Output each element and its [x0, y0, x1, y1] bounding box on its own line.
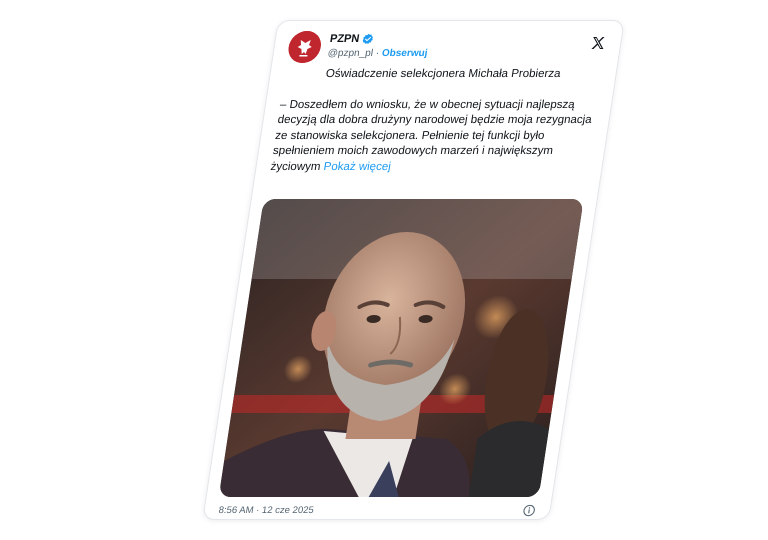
avatar[interactable]	[286, 31, 324, 63]
tweet-photo[interactable]	[218, 199, 584, 497]
x-logo-icon[interactable]	[589, 35, 607, 51]
name-row: PZPN	[329, 33, 375, 45]
display-name[interactable]: PZPN	[329, 33, 360, 45]
info-icon[interactable]	[522, 504, 537, 517]
tweet-card[interactable]: PZPN @pzpn_pl · Obserwuj Oświadczenie se…	[202, 20, 625, 520]
tweet-footer: 8:56 AM · 12 cze 2025	[217, 504, 537, 519]
tweet-body: – Doszedłem do wniosku, że w obecnej syt…	[269, 98, 593, 173]
tweet-header: PZPN @pzpn_pl · Obserwuj	[286, 31, 608, 67]
portrait-photo	[218, 199, 584, 497]
separator: ·	[374, 48, 380, 59]
pzpn-eagle-logo-icon	[288, 31, 321, 63]
follow-button[interactable]: Obserwuj	[381, 48, 428, 59]
meta-row: @pzpn_pl · Obserwuj	[327, 48, 428, 59]
timestamp[interactable]: 8:56 AM · 12 cze 2025	[218, 505, 315, 516]
verified-badge-icon	[363, 33, 374, 44]
tweet-body-paragraph: – Doszedłem do wniosku, że w obecnej syt…	[269, 98, 598, 176]
handle[interactable]: @pzpn_pl	[327, 48, 374, 59]
tweet-text: Oświadczenie selekcjonera Michała Probie…	[269, 67, 602, 175]
tweet-title: Oświadczenie selekcjonera Michała Probie…	[324, 68, 562, 80]
show-more-link[interactable]: Pokaż więcej	[323, 161, 392, 173]
